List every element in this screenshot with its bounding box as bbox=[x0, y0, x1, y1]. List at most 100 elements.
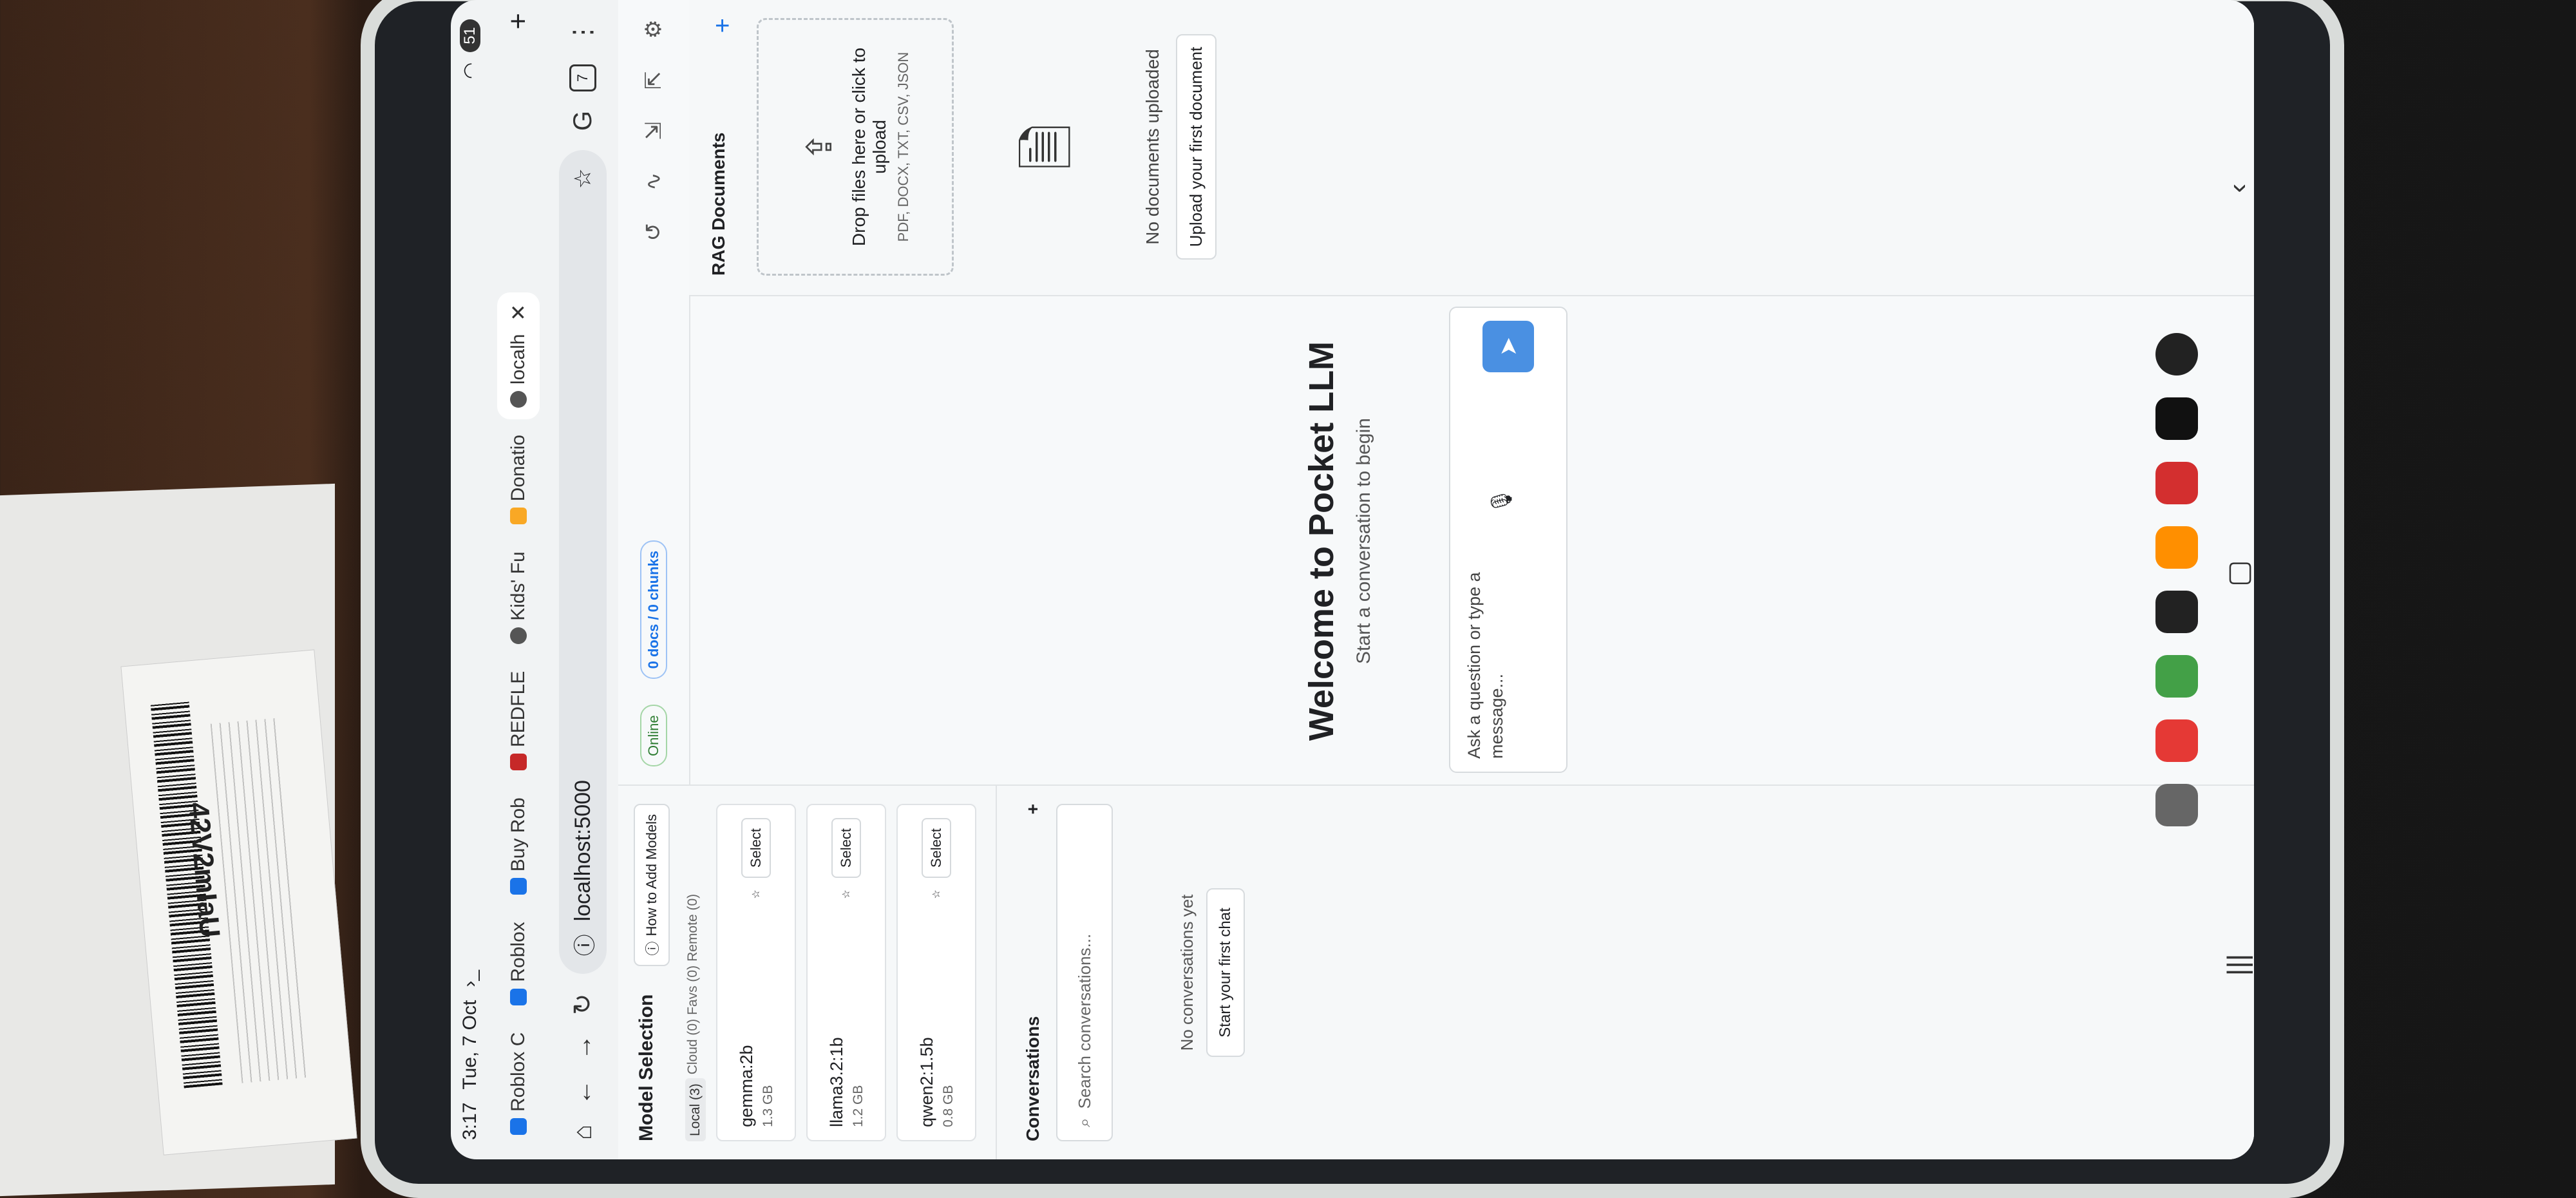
filter-cloud[interactable]: Cloud (0) bbox=[685, 1019, 706, 1074]
upload-icon: ⇪ bbox=[800, 132, 839, 162]
roblox-icon bbox=[510, 878, 527, 895]
docs-chunks-badge: 0 docs / 0 chunks bbox=[640, 540, 667, 680]
site-info-icon[interactable]: ⓘ bbox=[567, 934, 599, 956]
url-field[interactable]: ⓘ localhost:5000 ☆ bbox=[559, 150, 607, 975]
history-icon[interactable]: ↺ bbox=[641, 223, 667, 242]
activity-icon[interactable]: ∿ bbox=[641, 172, 667, 191]
settings-gear-icon[interactable]: ⚙ bbox=[641, 19, 667, 39]
roblox-icon bbox=[510, 1118, 527, 1135]
send-icon: ➤ bbox=[1495, 336, 1521, 357]
search-conversations-input[interactable]: ⌕ Search conversations... bbox=[1056, 804, 1113, 1141]
tab-title: Donatio bbox=[507, 434, 529, 502]
tab-title: Roblox C bbox=[507, 1032, 529, 1112]
home-icon[interactable]: ⌂ bbox=[569, 1125, 598, 1140]
favorite-star-icon[interactable]: ☆ bbox=[930, 889, 943, 898]
tab-donation[interactable]: Donatio bbox=[498, 423, 538, 536]
main-area: Online 0 docs / 0 chunks ↺ ∿ ⇲ ⇱ ⚙ Welco… bbox=[618, 0, 2254, 786]
tab-kids-fun[interactable]: Kids' Fu bbox=[498, 540, 538, 655]
tab-title: Buy Rob bbox=[507, 797, 529, 872]
model-name: llama3.2:1b bbox=[826, 1037, 846, 1127]
tab-title: Roblox bbox=[507, 922, 529, 982]
app-dock bbox=[2138, 0, 2215, 1159]
terminal-icon: ›_ bbox=[459, 969, 480, 987]
recents-icon[interactable]: ||| bbox=[2222, 954, 2254, 976]
top-bar: Online 0 docs / 0 chunks ↺ ∿ ⇲ ⇱ ⚙ bbox=[618, 0, 690, 786]
welcome-title: Welcome to Pocket LLM bbox=[1302, 341, 1341, 741]
clock: 3:17 bbox=[459, 1102, 480, 1140]
filter-remote[interactable]: Remote (0) bbox=[685, 894, 706, 962]
select-model-button[interactable]: Select bbox=[831, 818, 861, 879]
model-item[interactable]: llama3.2:1b 1.2 GB ☆ Select bbox=[806, 804, 886, 1141]
file-dropzone[interactable]: ⇪ Drop files here or click to upload PDF… bbox=[757, 18, 954, 276]
tab-localhost[interactable]: localh ✕ bbox=[497, 292, 540, 419]
reload-icon[interactable]: ↻ bbox=[568, 993, 598, 1015]
model-item[interactable]: gemma:2b 1.3 GB ☆ Select bbox=[716, 804, 796, 1141]
select-model-button[interactable]: Select bbox=[922, 818, 951, 879]
bookmark-icon[interactable]: ☆ bbox=[569, 168, 596, 189]
favorite-star-icon[interactable]: ☆ bbox=[750, 889, 762, 898]
empty-documents: 🗎 No documents uploaded Upload your firs… bbox=[1005, 0, 1217, 295]
globe-icon bbox=[510, 390, 527, 408]
new-tab-icon[interactable]: + bbox=[502, 13, 535, 30]
welcome-subtitle: Start a conversation to begin bbox=[1352, 418, 1374, 664]
how-to-add-models-button[interactable]: ⓘ How to Add Models bbox=[634, 804, 670, 966]
battery-indicator: 51 bbox=[460, 19, 480, 52]
filter-local[interactable]: Local (3) bbox=[685, 1078, 706, 1141]
how-to-label: How to Add Models bbox=[643, 814, 659, 937]
welcome-panel: Welcome to Pocket LLM Start a conversati… bbox=[1301, 296, 1375, 786]
donation-icon bbox=[510, 508, 527, 525]
forward-icon[interactable]: → bbox=[569, 1034, 598, 1060]
message-placeholder: Ask a question or type a message... bbox=[1464, 572, 1507, 759]
tab-roblox-c[interactable]: Roblox C bbox=[498, 1021, 538, 1146]
home-button-icon[interactable]: ▢ bbox=[2222, 560, 2254, 587]
close-tab-icon[interactable]: ✕ bbox=[506, 304, 531, 321]
search-icon: ⌕ bbox=[1074, 1117, 1094, 1127]
redflex-icon bbox=[510, 754, 527, 771]
status-bar: 3:17 Tue, 7 Oct ›_ ◠ 51 bbox=[451, 0, 489, 1159]
favorite-star-icon[interactable]: ☆ bbox=[840, 889, 853, 898]
translate-icon[interactable]: G bbox=[569, 111, 598, 131]
globe-icon bbox=[510, 627, 527, 644]
settings-app-icon[interactable] bbox=[2155, 333, 2198, 376]
upload-first-document-button[interactable]: Upload your first document bbox=[1176, 33, 1217, 260]
app-icon[interactable] bbox=[2155, 719, 2198, 762]
export-icon[interactable]: ⇱ bbox=[641, 71, 667, 90]
apps-folder-icon[interactable] bbox=[2155, 526, 2198, 569]
url-text: localhost:5000 bbox=[570, 780, 595, 922]
back-nav-icon[interactable]: ‹ bbox=[2222, 184, 2254, 193]
address-bar: ⌂ ← → ↻ ⓘ localhost:5000 ☆ G 7 ⋮ bbox=[547, 0, 618, 1159]
model-size: 0.8 GB bbox=[940, 1085, 956, 1127]
tab-count[interactable]: 7 bbox=[569, 64, 596, 91]
select-model-button[interactable]: Select bbox=[741, 818, 771, 879]
model-name: gemma:2b bbox=[736, 1045, 756, 1127]
sidebar: Model Selection ⓘ How to Add Models Loca… bbox=[618, 784, 2254, 1159]
model-size: 1.3 GB bbox=[760, 1085, 775, 1127]
model-selection-title: Model Selection bbox=[636, 994, 657, 1141]
calendar-icon[interactable] bbox=[2155, 655, 2198, 698]
document-icon: 🗎 bbox=[1016, 123, 1080, 171]
terminal-app-icon[interactable] bbox=[2155, 397, 2198, 440]
import-icon[interactable]: ⇲ bbox=[641, 122, 667, 140]
add-document-icon[interactable]: + bbox=[708, 18, 737, 33]
tab-roblox[interactable]: Roblox bbox=[498, 910, 538, 1016]
tab-title: localh bbox=[507, 334, 529, 385]
model-size: 1.2 GB bbox=[850, 1085, 866, 1127]
tab-redflex[interactable]: REDFLE bbox=[498, 660, 538, 782]
start-first-chat-button[interactable]: Start your first chat bbox=[1206, 888, 1245, 1057]
message-input[interactable]: Ask a question or type a message... 🎙 ➤ bbox=[1449, 307, 1567, 773]
app-drawer-icon[interactable] bbox=[2155, 784, 2198, 826]
camera-icon[interactable] bbox=[2155, 591, 2198, 633]
drop-text: Drop files here or click to upload bbox=[848, 47, 889, 247]
tab-buy-robux[interactable]: Buy Rob bbox=[498, 786, 538, 906]
youtube-icon[interactable] bbox=[2155, 462, 2198, 504]
back-icon[interactable]: ← bbox=[569, 1079, 598, 1105]
model-name: qwen2:1.5b bbox=[916, 1037, 936, 1127]
tablet-screen: 3:17 Tue, 7 Oct ›_ ◠ 51 Roblox C Roblox … bbox=[451, 0, 2254, 1159]
model-item[interactable]: qwen2:1.5b 0.8 GB ☆ Select bbox=[896, 804, 976, 1141]
rag-panel: RAG Documents + ⇪ Drop files here or cli… bbox=[689, 0, 2254, 296]
send-button[interactable]: ➤ bbox=[1482, 321, 1534, 372]
filter-favs[interactable]: Favs (0) bbox=[685, 965, 706, 1015]
microphone-icon[interactable]: 🎙 bbox=[1489, 488, 1513, 514]
menu-icon[interactable]: ⋮ bbox=[568, 19, 598, 45]
new-conversation-icon[interactable]: + bbox=[1023, 804, 1043, 814]
